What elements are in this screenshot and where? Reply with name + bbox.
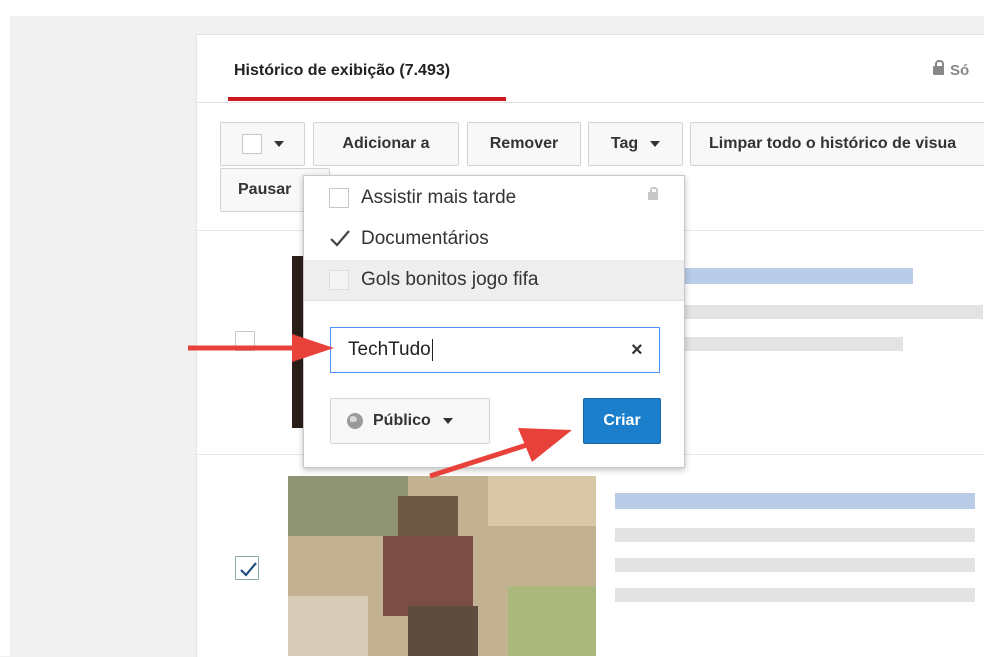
- header-divider: [196, 102, 984, 103]
- row-checkbox[interactable]: [235, 331, 255, 351]
- video-thumbnail[interactable]: [288, 476, 596, 656]
- dropdown-divider: [304, 300, 684, 301]
- select-all-checkbox[interactable]: [241, 134, 262, 154]
- playlist-option-documentaries[interactable]: Documentários: [304, 219, 684, 259]
- video-title-blurred[interactable]: [615, 493, 975, 509]
- privacy-label: Só: [950, 62, 970, 79]
- new-playlist-name-input[interactable]: TechTudo: [330, 327, 660, 373]
- video-description-blurred: [615, 558, 975, 572]
- top-strip: [0, 0, 984, 16]
- add-to-button[interactable]: Adicionar a: [313, 122, 459, 166]
- playlist-label: Assistir mais tarde: [361, 187, 517, 208]
- privacy-indicator: Só: [933, 60, 970, 79]
- checkmark-icon: [330, 230, 350, 247]
- playlist-option-watch-later[interactable]: Assistir mais tarde: [304, 178, 684, 218]
- tag-button-label: Tag: [610, 135, 639, 152]
- lock-icon: [933, 60, 944, 75]
- caret-down-icon: [650, 141, 661, 147]
- playlist-checkbox[interactable]: [329, 188, 349, 208]
- text-cursor: [431, 339, 433, 361]
- globe-icon: [347, 413, 363, 429]
- video-meta-blurred: [615, 528, 975, 542]
- caret-down-icon: [442, 418, 453, 424]
- new-playlist-name-value: TechTudo: [348, 339, 431, 360]
- clear-x-icon[interactable]: ×: [631, 340, 643, 360]
- tag-button[interactable]: Tag: [588, 122, 683, 166]
- left-strip: [0, 0, 10, 656]
- select-all-dropdown-button[interactable]: [220, 122, 305, 166]
- row-checkbox[interactable]: [235, 556, 259, 580]
- privacy-select-button[interactable]: Público: [330, 398, 490, 444]
- privacy-select-label: Público: [373, 412, 431, 429]
- playlist-option-gols-bonitos[interactable]: Gols bonitos jogo fifa: [304, 260, 684, 300]
- active-tab-underline: [228, 97, 506, 101]
- video-description-blurred: [683, 337, 903, 351]
- clear-history-button[interactable]: Limpar todo o histórico de visua: [690, 122, 984, 166]
- video-description-blurred: [615, 588, 975, 602]
- checkmark-icon: [240, 562, 257, 577]
- playlist-label: Gols bonitos jogo fifa: [361, 269, 539, 290]
- create-playlist-button[interactable]: Criar: [583, 398, 661, 444]
- playlist-label: Documentários: [361, 228, 489, 249]
- video-title-blurred[interactable]: [683, 268, 913, 284]
- remove-button[interactable]: Remover: [467, 122, 581, 166]
- playlist-checkbox[interactable]: [329, 270, 349, 290]
- add-to-playlist-dropdown: Assistir mais tarde Documentários Gols b…: [303, 175, 685, 468]
- tab-watch-history[interactable]: Histórico de exibição (7.493): [234, 62, 450, 80]
- caret-down-icon: [273, 141, 284, 147]
- lock-icon: [648, 187, 658, 200]
- video-meta-blurred: [683, 305, 983, 319]
